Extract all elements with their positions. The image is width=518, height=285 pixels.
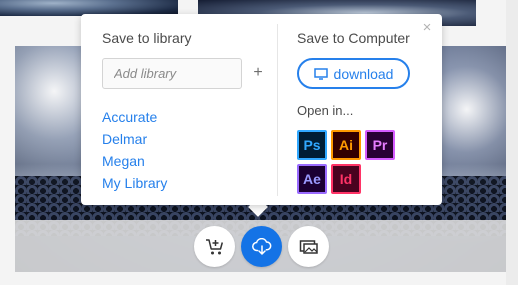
add-library-input[interactable] [102, 58, 242, 89]
add-library-plus-button[interactable]: + [251, 64, 265, 82]
open-in-label: Open in... [297, 103, 354, 118]
illustrator-app-icon[interactable]: Ai [331, 130, 361, 160]
library-list: Accurate Delmar Megan My Library [102, 106, 272, 194]
cart-add-icon [205, 238, 223, 254]
illustrator-abbr: Ai [339, 137, 353, 153]
photoshop-abbr: Ps [303, 137, 321, 153]
library-item-delmar[interactable]: Delmar [102, 128, 272, 150]
after-effects-app-icon[interactable]: Ae [297, 164, 327, 194]
cloud-download-icon [251, 237, 271, 255]
add-to-cart-button[interactable] [194, 226, 235, 267]
download-button[interactable]: download [297, 58, 410, 89]
after-effects-abbr: Ae [303, 171, 321, 187]
premiere-app-icon[interactable]: Pr [365, 130, 395, 160]
monitor-icon [313, 67, 328, 80]
save-to-computer-section: Save to Computer download Open in... Ps … [297, 29, 427, 194]
indesign-app-icon[interactable]: Id [331, 164, 361, 194]
image-action-bar [194, 226, 329, 267]
popover-column-divider [277, 24, 278, 196]
add-library-row: + [102, 58, 272, 89]
find-similar-button[interactable] [288, 226, 329, 267]
similar-images-icon [299, 239, 318, 254]
premiere-abbr: Pr [372, 137, 388, 153]
download-label: download [333, 65, 394, 82]
save-popover: × Save to library + Accurate Delmar Mega… [81, 14, 442, 205]
library-item-megan[interactable]: Megan [102, 150, 272, 172]
save-to-library-title: Save to library [102, 30, 192, 46]
open-in-app-grid: Ps Ai Pr Ae Id [297, 130, 427, 194]
indesign-abbr: Id [339, 171, 353, 187]
photoshop-app-icon[interactable]: Ps [297, 130, 327, 160]
save-download-button[interactable] [241, 226, 282, 267]
save-to-computer-title: Save to Computer [297, 30, 410, 46]
save-to-library-section: Save to library + Accurate Delmar Megan … [102, 29, 272, 194]
library-item-accurate[interactable]: Accurate [102, 106, 272, 128]
page-edge [506, 0, 518, 285]
library-item-my-library[interactable]: My Library [102, 172, 272, 194]
